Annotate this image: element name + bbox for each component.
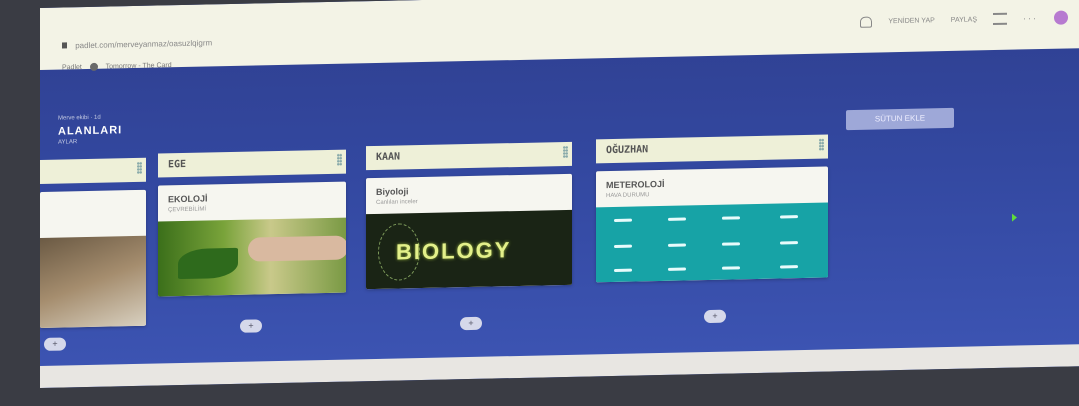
add-post-button[interactable]: + — [240, 319, 262, 333]
post-card[interactable]: EKOLOJİ ÇEVREBİLİMİ — [158, 181, 346, 297]
drag-handle-icon[interactable] — [137, 161, 142, 174]
board-title: ALANLARI — [58, 124, 123, 138]
add-post-button[interactable]: + — [44, 337, 66, 351]
post-image — [40, 235, 146, 328]
weather-icon — [668, 243, 686, 247]
projector-screen: padlet.com/merveyanmaz/oasuzlqigrm Padle… — [40, 0, 1079, 388]
bookmark-padlet[interactable]: Padlet — [62, 64, 82, 71]
post-card[interactable] — [40, 189, 146, 328]
weather-icon — [780, 265, 798, 269]
column-header[interactable]: EGE — [158, 149, 346, 178]
weather-icon — [722, 266, 740, 270]
weather-icon — [780, 215, 798, 219]
column-oguzhan: OĞUZHAN METEROLOJİ HAVA DURUMU — [596, 134, 828, 283]
weather-icon — [780, 241, 798, 245]
weather-icon — [614, 218, 632, 222]
weather-icon — [722, 242, 740, 246]
weather-icon — [722, 216, 740, 220]
bookmark-tomorrow[interactable]: Tomorrow - The Card — [106, 62, 172, 70]
add-post-button[interactable]: + — [460, 316, 482, 331]
browser-chrome: padlet.com/merveyanmaz/oasuzlqigrm Padle… — [40, 0, 1079, 71]
column-header[interactable]: OĞUZHAN — [596, 134, 828, 164]
top-actions: YENİDEN YAP PAYLAŞ ··· — [860, 10, 1068, 28]
lock-icon — [62, 42, 67, 49]
menu-icon[interactable] — [993, 12, 1007, 26]
add-post-button[interactable]: + — [704, 309, 726, 324]
board-subtitle: AYLAR — [58, 139, 78, 146]
mouse-cursor-icon — [1012, 213, 1017, 222]
column-ege: EGE EKOLOJİ ÇEVREBİLİMİ — [158, 149, 346, 297]
avatar[interactable] — [1054, 10, 1068, 25]
biology-poster-image: BIOLOGY — [366, 209, 572, 290]
weather-icon — [614, 244, 632, 248]
address-bar[interactable]: padlet.com/merveyanmaz/oasuzlqigrm — [62, 38, 212, 50]
weather-icon — [614, 268, 632, 272]
hand-shape — [248, 235, 346, 262]
heart-icon[interactable] — [860, 16, 873, 28]
weather-icon — [668, 217, 686, 221]
bookmark-icon — [89, 62, 98, 71]
remake-button[interactable]: YENİDEN YAP — [888, 17, 934, 25]
drag-handle-icon[interactable] — [563, 145, 568, 159]
drag-handle-icon[interactable] — [337, 153, 342, 166]
hand-plant-image — [158, 217, 346, 297]
weather-icons-image — [596, 202, 828, 283]
post-card[interactable]: Biyoloji Canlıları inceler BIOLOGY — [366, 173, 572, 290]
weather-icon — [668, 267, 686, 271]
more-icon[interactable]: ··· — [1023, 13, 1038, 23]
url-text: padlet.com/merveyanmaz/oasuzlqigrm — [75, 38, 213, 51]
column-header[interactable] — [40, 157, 146, 184]
bookmarks-bar: Padlet Tomorrow - The Card — [62, 61, 172, 71]
board-header: Merve ekibi · 1d ALANLARI AYLAR — [58, 114, 123, 146]
board-crumb: Merve ekibi · 1d — [58, 114, 101, 122]
leaf-shape — [178, 247, 238, 280]
column-header[interactable]: KAAN — [366, 141, 572, 171]
column-kaan: KAAN Biyoloji Canlıları inceler BIOLOGY — [366, 141, 572, 290]
drag-handle-icon[interactable] — [819, 138, 824, 151]
share-button[interactable]: PAYLAŞ — [951, 16, 977, 24]
column-partial — [40, 157, 146, 328]
post-card[interactable]: METEROLOJİ HAVA DURUMU — [596, 166, 828, 283]
add-column-button[interactable]: SÜTUN EKLE — [846, 107, 954, 131]
taskbar — [40, 344, 1079, 388]
biology-poster-text: BIOLOGY — [396, 237, 512, 265]
